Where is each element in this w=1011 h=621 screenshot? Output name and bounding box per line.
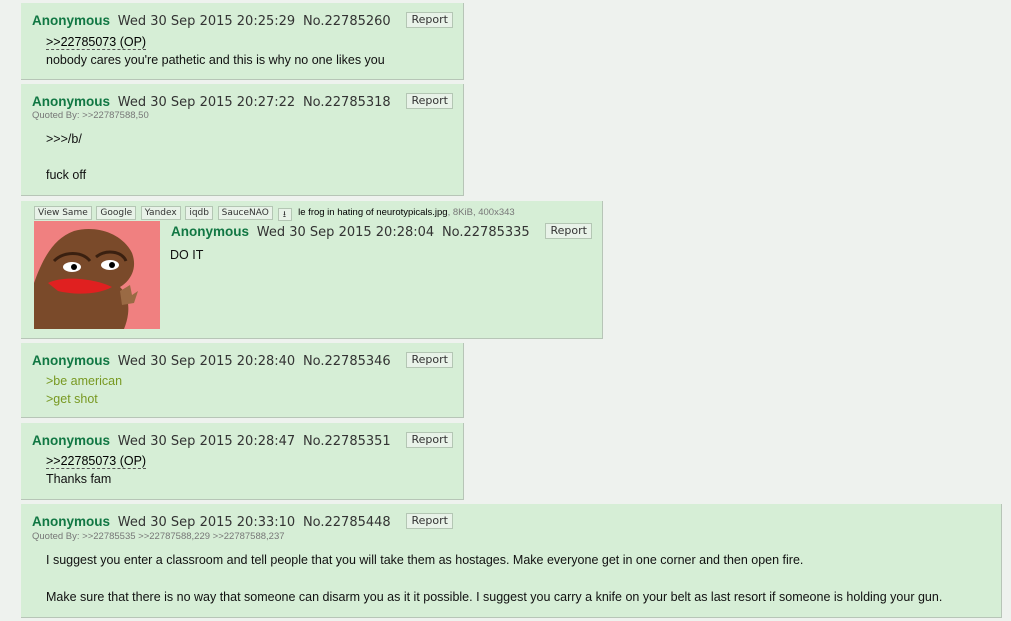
thread-page: Anonymous Wed 30 Sep 2015 20:25:29 No.22… (0, 0, 1011, 621)
post-datetime: Wed 30 Sep 2015 20:33:10 (117, 515, 296, 530)
post-message: >be american >get shot (46, 372, 122, 408)
greentext-line: >be american (46, 374, 123, 388)
file-name-link[interactable]: le frog in hating of neurotypicals.jpg (298, 207, 447, 218)
iqdb-search-button[interactable]: iqdb (185, 206, 213, 220)
reply-post: Anonymous Wed 30 Sep 2015 20:27:22 No.22… (21, 84, 464, 196)
post-number-link[interactable]: No.22785448 (303, 515, 391, 530)
file-meta: , 8KiB, 400x343 (447, 207, 515, 218)
poster-name: Anonymous (32, 13, 111, 28)
post-number-link[interactable]: No.22785335 (442, 225, 530, 240)
poster-name: Anonymous (32, 94, 111, 109)
yandex-search-button[interactable]: Yandex (140, 206, 181, 220)
report-button[interactable]: Report (545, 223, 592, 239)
saucenao-search-button[interactable]: SauceNAO (217, 206, 273, 220)
message-text: Thanks fam (46, 472, 112, 486)
poster-name: Anonymous (32, 514, 111, 529)
post-header: Anonymous Wed 30 Sep 2015 20:27:22 No.22… (32, 93, 453, 110)
message-text: nobody cares you're pathetic and this is… (46, 53, 385, 67)
post-message: I suggest you enter a classroom and tell… (46, 551, 803, 569)
message-paragraph: I suggest you enter a classroom and tell… (46, 553, 804, 567)
greentext-line: >get shot (46, 392, 98, 406)
post-datetime: Wed 30 Sep 2015 20:28:40 (117, 354, 296, 369)
post-number-link[interactable]: No.22785318 (303, 95, 391, 110)
board-link[interactable]: >>>/b/ (46, 132, 82, 146)
reply-post: Anonymous Wed 30 Sep 2015 20:33:10 No.22… (21, 504, 1002, 618)
post-number-link[interactable]: No.22785351 (303, 434, 391, 449)
report-button[interactable]: Report (406, 352, 453, 368)
google-search-button[interactable]: Google (96, 206, 137, 220)
file-info-bar: View Same Google Yandex iqdb SauceNAO ⭳ … (34, 206, 515, 221)
report-button[interactable]: Report (406, 513, 453, 529)
quote-link[interactable]: >>22785073 (OP) (46, 454, 147, 469)
report-button[interactable]: Report (406, 432, 453, 448)
message-text: DO IT (170, 248, 204, 262)
poster-name: Anonymous (32, 353, 111, 368)
report-button[interactable]: Report (406, 12, 453, 28)
post-message: >>22785073 (OP) nobody cares you're path… (46, 33, 385, 69)
post-number-link[interactable]: No.22785260 (303, 14, 391, 29)
post-datetime: Wed 30 Sep 2015 20:28:04 (256, 225, 435, 240)
quoted-by[interactable]: Quoted By: >>22785535 >>22787588,229 >>2… (32, 531, 285, 542)
post-message: >>>/b/ (46, 130, 82, 148)
post-header: Anonymous Wed 30 Sep 2015 20:28:40 No.22… (32, 352, 453, 369)
poster-name: Anonymous (171, 224, 250, 239)
quoted-by[interactable]: Quoted By: >>22787588,50 (32, 110, 149, 121)
post-datetime: Wed 30 Sep 2015 20:27:22 (117, 95, 296, 110)
post-datetime: Wed 30 Sep 2015 20:28:47 (117, 434, 296, 449)
thumbnail-image[interactable] (34, 221, 160, 329)
post-message: >>22785073 (OP) Thanks fam (46, 452, 147, 488)
post-message: Make sure that there is no way that some… (46, 588, 942, 606)
report-button[interactable]: Report (406, 93, 453, 109)
reply-post-with-image: View Same Google Yandex iqdb SauceNAO ⭳ … (21, 201, 603, 339)
reply-post: Anonymous Wed 30 Sep 2015 20:28:47 No.22… (21, 423, 464, 500)
post-header: Anonymous Wed 30 Sep 2015 20:33:10 No.22… (32, 513, 453, 530)
reply-post: Anonymous Wed 30 Sep 2015 20:25:29 No.22… (21, 3, 464, 80)
post-message: fuck off (46, 166, 86, 184)
post-header: Anonymous Wed 30 Sep 2015 20:28:47 No.22… (32, 432, 453, 449)
reply-post: Anonymous Wed 30 Sep 2015 20:28:40 No.22… (21, 343, 464, 418)
message-paragraph: Make sure that there is no way that some… (46, 590, 943, 604)
post-header: Anonymous Wed 30 Sep 2015 20:25:29 No.22… (32, 12, 453, 29)
download-icon[interactable]: ⭳ (277, 208, 292, 221)
message-text: fuck off (46, 168, 87, 182)
view-same-button[interactable]: View Same (34, 206, 92, 220)
post-number-link[interactable]: No.22785346 (303, 354, 391, 369)
poster-name: Anonymous (32, 433, 111, 448)
quote-link[interactable]: >>22785073 (OP) (46, 35, 147, 50)
post-datetime: Wed 30 Sep 2015 20:25:29 (117, 14, 296, 29)
post-header: Anonymous Wed 30 Sep 2015 20:28:04 No.22… (171, 223, 592, 240)
post-message: DO IT (170, 246, 203, 264)
